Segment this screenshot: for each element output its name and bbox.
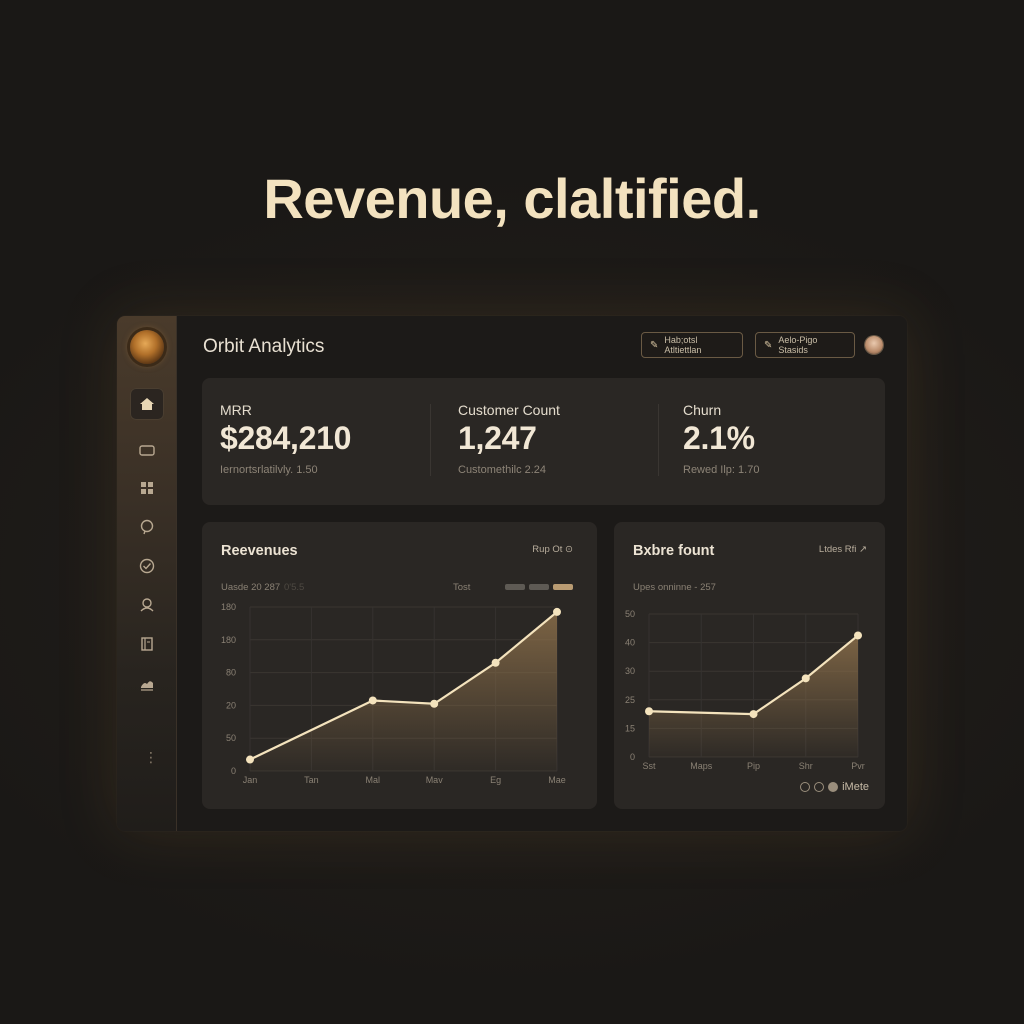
area-fill — [250, 611, 557, 771]
data-point — [246, 755, 254, 764]
secondary-chart: 0 15 25 30 40 50 Sst Maps Pip Shr Pvr — [625, 609, 865, 771]
revenues-chart: 0 50 20 80 180 180 Jan Tan Mal Mav Eg Mae — [221, 602, 566, 785]
y-tick-label: 50 — [625, 609, 635, 619]
y-tick-label: 180 — [221, 602, 236, 612]
y-tick-label: 15 — [625, 723, 635, 733]
kpi-value: 2.1% — [683, 420, 755, 456]
kpi-subtext: Rewed Ilp: 1.70 — [683, 464, 760, 476]
y-tick-label: 0 — [630, 752, 635, 762]
data-point — [749, 710, 758, 719]
kpi-subtext: Iernortsrlatilvly. 1.50 — [220, 464, 318, 476]
y-tick-label: 0 — [231, 766, 236, 776]
top-action-label-1: Hab;otsl Atltiettlan — [664, 335, 702, 355]
footer-dot-icon — [828, 782, 839, 792]
y-tick-label: 30 — [625, 666, 635, 676]
card-icon[interactable] — [130, 434, 164, 466]
x-tick-label: Shr — [799, 761, 813, 771]
x-tick-label: Pvr — [851, 761, 865, 771]
x-tick-label: Tan — [304, 775, 319, 785]
y-tick-label: 80 — [226, 668, 236, 678]
x-tick-label: Maps — [690, 761, 713, 771]
kpi-label: Customer Count — [458, 402, 560, 418]
footer-dot-icon — [800, 782, 811, 792]
spark-icon: ✎ — [764, 339, 773, 351]
kpi-panel: MRR $284,210 Iernortsrlatilvly. 1.50 Cus… — [202, 378, 885, 505]
spark-icon: ✎ — [650, 339, 659, 351]
kpi-label: MRR — [220, 402, 252, 418]
home-icon[interactable] — [130, 388, 164, 420]
users-icon[interactable] — [130, 589, 164, 621]
y-tick-label: 25 — [625, 695, 635, 705]
data-point — [491, 658, 500, 667]
x-tick-label: Eg — [490, 775, 501, 785]
x-tick-label: Mav — [426, 775, 444, 785]
footer-dot-icon — [814, 782, 825, 792]
data-point — [645, 707, 653, 716]
secondary-chart-card: Bxbre fount Ltdes Rfi ↗ Upes onninne - 2… — [614, 522, 885, 809]
chart-stack-icon[interactable] — [130, 668, 164, 700]
chat-bubble-icon[interactable] — [130, 511, 164, 543]
kpi-mrr: MRR $284,210 Iernortsrlatilvly. 1.50 — [202, 378, 422, 505]
more-icon[interactable]: ⋮ — [144, 750, 158, 764]
x-tick-label: Jan — [243, 775, 258, 785]
kpi-customer-count: Customer Count 1,247 Customethilc 2.24 — [440, 378, 660, 505]
kpi-value: $284,210 — [220, 420, 352, 456]
y-tick-label: 40 — [625, 638, 635, 648]
kpi-churn: Churn 2.1% Rewed Ilp: 1.70 — [665, 378, 885, 505]
sidebar: ⋮ — [117, 316, 177, 831]
app-window: ⋮ Orbit Analytics ✎ Hab;otsl Atltiettlan… — [117, 316, 907, 831]
y-tick-label: 20 — [226, 700, 236, 710]
kpi-divider — [658, 404, 659, 476]
kpi-divider — [430, 404, 431, 476]
y-tick-label: 180 — [221, 635, 236, 645]
kpi-subtext: Customethilc 2.24 — [458, 464, 547, 476]
data-point — [854, 631, 862, 640]
x-tick-label: Pip — [747, 761, 760, 771]
hero-headline: Revenue, claltified. — [263, 167, 761, 230]
x-tick-label: Sst — [642, 761, 656, 771]
data-point — [430, 699, 439, 708]
grid-icon[interactable] — [130, 472, 164, 504]
data-point — [801, 674, 810, 683]
footer-label: iMete — [842, 781, 869, 793]
y-tick-label: 50 — [226, 733, 236, 743]
app-title: Orbit Analytics — [203, 336, 325, 357]
logo-icon[interactable] — [130, 330, 164, 364]
top-action-button-2[interactable]: ✎ Aelo-Pigo Stasids — [755, 332, 855, 358]
kpi-value: 1,247 — [458, 420, 537, 456]
avatar[interactable] — [865, 336, 883, 354]
chart-footer[interactable]: iMete — [800, 781, 869, 793]
x-tick-label: Mae — [548, 775, 566, 785]
book-icon[interactable] — [130, 628, 164, 660]
data-point — [368, 696, 377, 705]
top-action-label-2: Aelo-Pigo Stasids — [778, 335, 818, 355]
data-point — [553, 607, 561, 616]
x-tick-label: Mal — [366, 775, 381, 785]
revenues-chart-card: Reevenues Rup Ot ⊙ Uasde 20 287 0'5.5 To… — [202, 522, 597, 809]
shield-icon[interactable] — [130, 550, 164, 582]
top-action-button-1[interactable]: ✎ Hab;otsl Atltiettlan — [641, 332, 743, 358]
kpi-label: Churn — [683, 402, 722, 418]
